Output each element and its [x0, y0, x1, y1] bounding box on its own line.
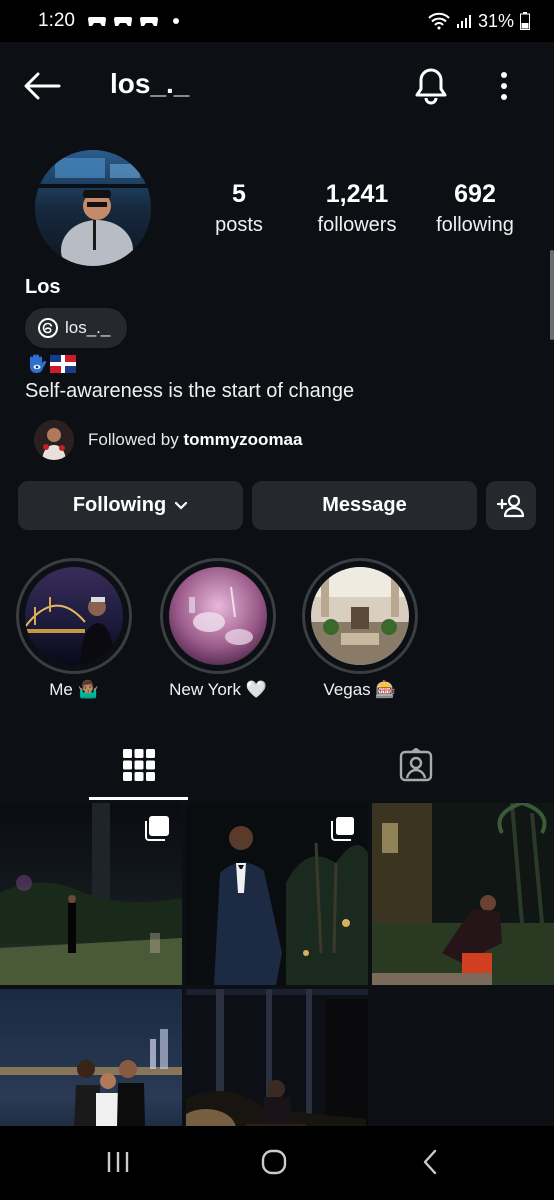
recent-apps-button[interactable]	[88, 1140, 148, 1184]
more-vertical-icon	[501, 72, 507, 100]
battery-percent: 31%	[477, 10, 514, 31]
post-thumbnail[interactable]	[186, 803, 368, 985]
followed-by-row[interactable]: Followed by tommyzoomaa	[34, 420, 302, 460]
recents-icon	[107, 1152, 129, 1172]
scrollbar[interactable]	[550, 250, 554, 340]
threads-handle: los_._	[65, 318, 111, 337]
status-time: 1:20	[38, 10, 75, 31]
dominican-flag-icon	[50, 355, 76, 373]
highlight-ring	[16, 558, 132, 674]
following-button[interactable]: Following	[18, 481, 243, 530]
arrow-left-icon	[24, 72, 61, 100]
highlight-vegas[interactable]: Vegas 🎰	[302, 558, 418, 700]
followers-label: followers	[317, 214, 397, 236]
more-notifications-dot	[172, 18, 179, 24]
highlight-ring	[160, 558, 276, 674]
game-controller-icon	[139, 17, 158, 26]
bell-icon	[415, 68, 447, 105]
highlight-me[interactable]: Me 🤷🏽‍♂️	[16, 558, 132, 700]
notifications-button[interactable]	[410, 64, 452, 108]
game-controller-icon	[113, 17, 132, 26]
threads-icon	[38, 318, 58, 338]
back-nav-button[interactable]	[400, 1140, 460, 1184]
status-right: 31%	[428, 11, 530, 32]
home-icon	[261, 1149, 287, 1175]
profile-avatar[interactable]	[35, 150, 151, 266]
highlight-label: New York 🤍	[169, 680, 267, 699]
highlight-ring	[302, 558, 418, 674]
active-tab-indicator	[89, 797, 188, 800]
tab-tagged[interactable]	[366, 730, 465, 800]
wifi-icon	[428, 12, 450, 30]
post-thumbnail[interactable]	[372, 803, 554, 985]
carousel-icon	[331, 817, 354, 841]
following-label: following	[436, 214, 514, 236]
signal-icon	[456, 15, 471, 28]
posts-count: 5	[232, 180, 246, 208]
profile-header: los_._	[0, 42, 554, 130]
highlight-cover	[311, 567, 409, 665]
chevron-down-icon	[175, 501, 188, 510]
chevron-left-icon	[423, 1149, 437, 1175]
grid-icon	[122, 749, 155, 781]
bio-emojis	[26, 352, 76, 376]
status-notifications	[87, 14, 179, 28]
bio-text: Self-awareness is the start of change	[25, 380, 355, 402]
status-bar: 1:20 31%	[0, 0, 554, 42]
followers-count: 1,241	[325, 180, 389, 208]
followed-by-username: tommyzoomaa	[183, 430, 303, 449]
hamsa-icon	[30, 354, 47, 374]
post-thumbnail[interactable]	[0, 803, 182, 985]
following-button-label: Following	[72, 494, 167, 516]
display-name: Los	[25, 276, 61, 298]
highlight-cover	[169, 567, 267, 665]
carousel-icon	[145, 816, 169, 841]
tab-posts-grid[interactable]	[89, 730, 188, 800]
posts-label: posts	[215, 214, 263, 236]
following-count: 692	[454, 180, 496, 208]
highlight-label: Me 🤷🏽‍♂️	[49, 680, 99, 699]
tagged-icon	[399, 748, 432, 782]
message-button[interactable]: Message	[252, 481, 477, 530]
profile-tabs	[0, 730, 554, 800]
followed-by-prefix: Followed by	[88, 430, 184, 449]
posts-stat[interactable]: 5 posts	[180, 178, 298, 240]
threads-badge[interactable]: los_._	[25, 308, 127, 348]
battery-icon	[520, 12, 530, 30]
highlight-new-york[interactable]: New York 🤍	[160, 558, 276, 700]
suggested-users-button[interactable]	[486, 481, 536, 530]
home-button[interactable]	[244, 1140, 304, 1184]
profile-stats: 5 posts 1,241 followers 692 following	[180, 178, 540, 240]
highlight-label: Vegas 🎰	[323, 680, 397, 699]
followed-by-avatar	[34, 420, 74, 460]
message-button-label: Message	[322, 494, 407, 516]
highlight-cover	[25, 567, 123, 665]
back-button[interactable]	[22, 66, 62, 106]
avatar-photo	[35, 150, 151, 266]
followers-stat[interactable]: 1,241 followers	[298, 178, 416, 240]
more-options-button[interactable]	[488, 64, 520, 108]
system-nav-bar	[0, 1126, 554, 1200]
add-person-icon	[497, 494, 525, 517]
game-controller-icon	[87, 17, 106, 26]
username-title: los_._	[110, 68, 190, 99]
following-stat[interactable]: 692 following	[416, 178, 534, 240]
followed-by-text: Followed by tommyzoomaa	[88, 430, 302, 450]
